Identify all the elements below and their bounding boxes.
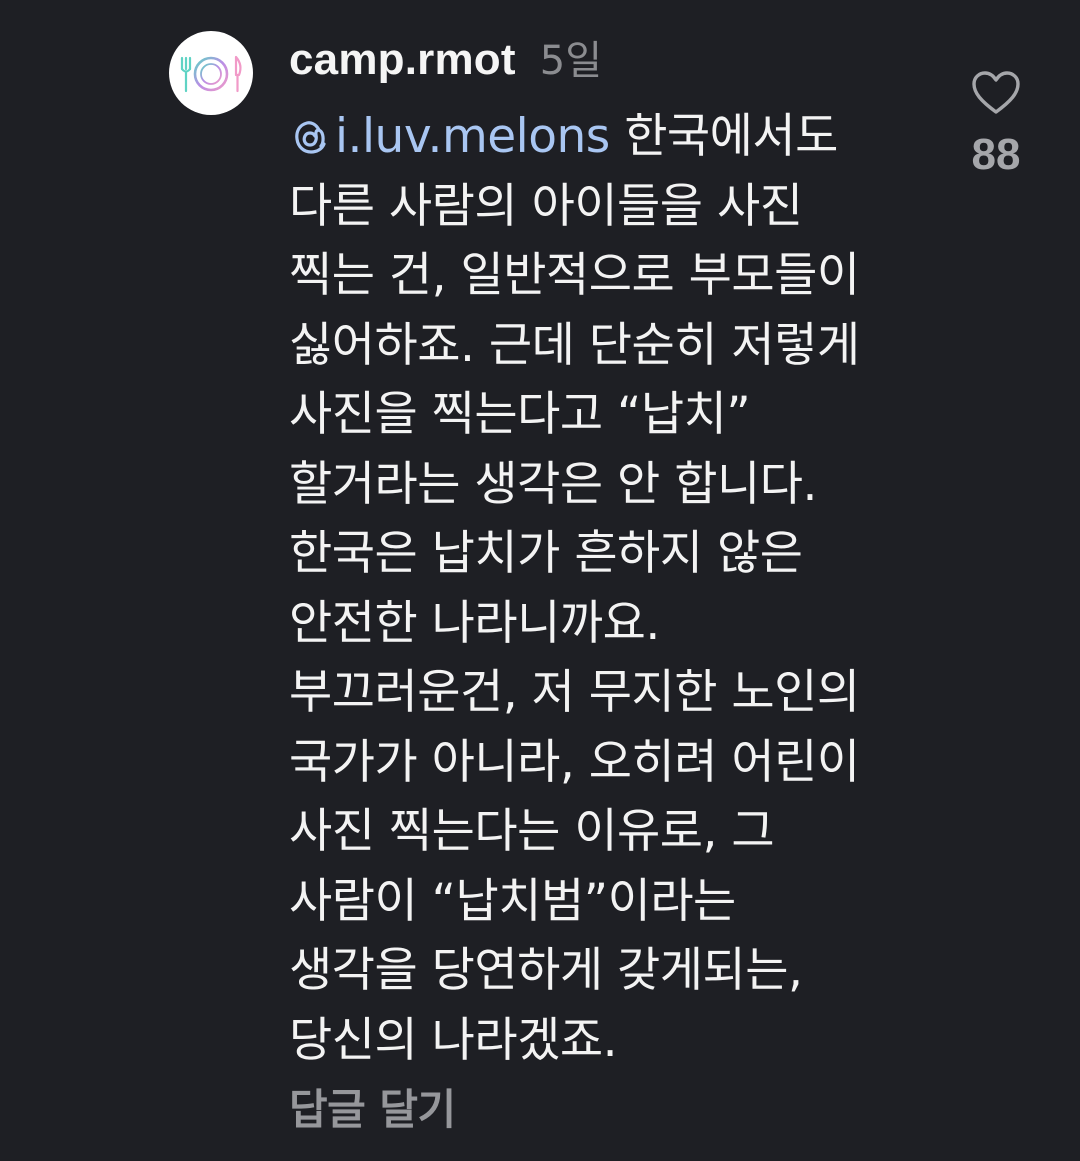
like-count: 88 xyxy=(971,130,1021,179)
heart-outline-icon[interactable] xyxy=(971,70,1021,116)
comment-line: 할거라는 생각은 안 합니다. xyxy=(289,456,817,512)
like-control: 88 xyxy=(955,70,1037,180)
comment-line: 찍는 건, 일반적으로 부모들이 xyxy=(289,248,860,303)
comment-line: 부끄러운건, 저 무지한 노인의 xyxy=(289,665,860,720)
comment-header: camp.rmot 5일 xyxy=(289,28,602,88)
comment-line-text: 한국에서도 xyxy=(609,109,838,164)
reply-button[interactable]: 답글 달기 xyxy=(289,1076,456,1137)
comment-line: 싫어하죠. 근데 단순히 저렇게 xyxy=(289,317,860,373)
comment-line: 사진 찍는다는 이유로, 그 xyxy=(289,804,775,859)
threads-at-icon xyxy=(295,121,326,154)
comment-line: 국가가 아니라, 오히려 어린이 xyxy=(289,734,860,790)
comment: camp.rmot 5일 i.luv.melons 한국에서도 다른 사람의 아… xyxy=(0,0,1080,1161)
comment-line: 생각을 당연하게 갖게되는, xyxy=(289,943,803,998)
avatar[interactable] xyxy=(169,31,253,115)
comment-line: 안전한 나라니까요. xyxy=(289,595,660,651)
mention-link[interactable]: i.luv.melons xyxy=(335,109,610,164)
comment-line: 다른 사람의 아이들을 사진 xyxy=(289,178,803,234)
plate-fork-knife-icon xyxy=(180,55,242,93)
comment-line: 사람이 “납치범”이라는 xyxy=(289,873,736,929)
comment-text: i.luv.melons 한국에서도 다른 사람의 아이들을 사진 찍는 건, … xyxy=(289,102,929,1075)
comment-line: i.luv.melons 한국에서도 xyxy=(289,102,929,172)
comment-line: 사진을 찍는다고 “납치” xyxy=(289,387,751,442)
timestamp: 5일 xyxy=(539,38,602,84)
username[interactable]: camp.rmot xyxy=(289,35,516,85)
comment-line: 당신의 나라겠죠. xyxy=(289,1012,618,1068)
comment-line: 한국은 납치가 흔하지 않은 xyxy=(289,526,803,581)
